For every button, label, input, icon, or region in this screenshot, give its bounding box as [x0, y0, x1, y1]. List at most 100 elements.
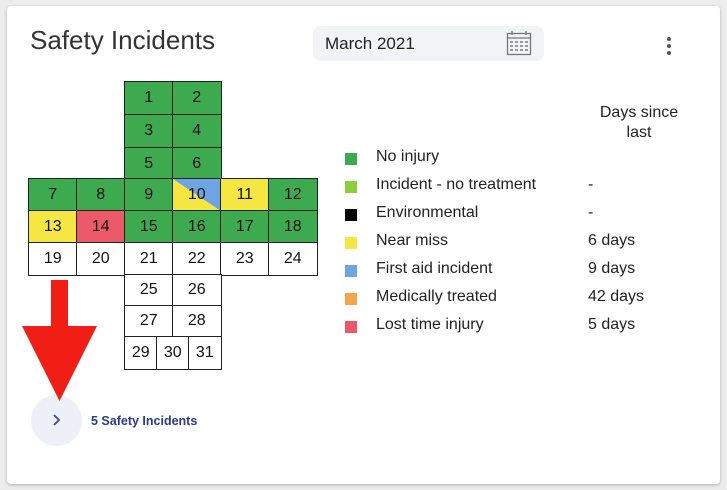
calendar-day-label: 9	[144, 185, 154, 203]
calendar-day-label: 15	[139, 217, 158, 235]
legend-label: First aid incident	[376, 260, 493, 277]
calendar-day-label: 23	[235, 249, 254, 267]
calendar-day-4[interactable]: 4	[172, 114, 222, 149]
card-title: Safety Incidents	[30, 25, 215, 55]
legend-row: No injury	[345, 144, 705, 172]
calendar-day-label: 25	[139, 281, 158, 299]
calendar-day-label: 5	[144, 155, 154, 173]
calendar-day-23[interactable]: 23	[220, 242, 270, 276]
calendar-day-label: 24	[283, 249, 302, 267]
calendar-day-19[interactable]: 19	[28, 242, 78, 276]
calendar-day-label: 1	[144, 89, 154, 107]
calendar-day-label: 4	[192, 122, 202, 140]
calendar-day-12[interactable]: 12	[268, 178, 318, 212]
calendar-day-11[interactable]: 11	[220, 178, 270, 212]
calendar-day-20[interactable]: 20	[76, 242, 126, 276]
calendar-day-15[interactable]: 15	[124, 210, 174, 244]
calendar-day-8[interactable]: 8	[76, 178, 126, 212]
red-down-arrow	[22, 280, 97, 401]
calendar-day-5[interactable]: 5	[124, 147, 174, 182]
legend-row: Near miss 6 days	[345, 228, 705, 256]
expand-incidents-button[interactable]	[31, 395, 82, 446]
calendar-day-label: 22	[187, 249, 206, 267]
calendar-day-14[interactable]: 14	[76, 210, 126, 244]
calendar-day-10[interactable]: 10	[172, 178, 222, 212]
calendar-day-24[interactable]: 24	[268, 242, 318, 276]
legend-swatch	[345, 237, 357, 249]
legend-days-since: 6 days	[588, 232, 636, 249]
calendar-day-label: 10	[187, 185, 206, 203]
legend-label: Near miss	[376, 232, 449, 249]
legend-swatch	[345, 181, 357, 193]
legend-swatch	[345, 209, 357, 221]
legend-swatch	[345, 265, 357, 277]
calendar-day-18[interactable]: 18	[268, 210, 318, 244]
calendar-day-label: 6	[192, 155, 202, 173]
legend-row: Environmental -	[345, 200, 705, 228]
calendar-day-17[interactable]: 17	[220, 210, 270, 244]
calendar-day-label: 14	[91, 217, 110, 235]
calendar-day-label: 21	[139, 249, 158, 267]
incident-legend: No injury Incident - no treatment - Environ…	[345, 144, 705, 340]
chevron-right-icon	[53, 414, 61, 426]
calendar-day-31[interactable]: 31	[188, 336, 222, 370]
calendar-day-label: 2	[192, 89, 202, 107]
legend-label: Incident - no treatment	[376, 176, 537, 193]
calendar-day-21[interactable]: 21	[124, 242, 174, 276]
calendar-day-label: 26	[187, 281, 206, 299]
legend-days-since: 5 days	[588, 316, 636, 333]
calendar-day-26[interactable]: 26	[172, 274, 222, 307]
more-vert-icon[interactable]	[659, 34, 679, 58]
calendar-icon[interactable]	[506, 30, 532, 56]
calendar-day-label: 3	[144, 122, 154, 140]
month-picker-value: March 2021	[325, 34, 415, 53]
calendar-day-9[interactable]: 9	[124, 178, 174, 212]
legend-days-since: -	[588, 176, 594, 193]
legend-swatch	[345, 153, 357, 165]
calendar-day-label: 19	[43, 249, 62, 267]
legend-label: Medically treated	[376, 288, 497, 305]
legend-swatch	[345, 293, 357, 305]
calendar-day-6[interactable]: 6	[172, 147, 222, 182]
calendar-day-label: 29	[131, 343, 150, 361]
legend-days-since: 9 days	[588, 260, 636, 277]
safety-incidents-card: Safety Incidents March 2021 1 2 3 4 5 6 7 8 9 10 1…	[7, 6, 720, 484]
legend-days-since: 42 days	[588, 288, 645, 305]
calendar-day-13[interactable]: 13	[28, 210, 78, 244]
calendar-day-label: 17	[235, 217, 254, 235]
calendar-day-label: 8	[96, 185, 106, 203]
legend-days-since: -	[588, 204, 594, 221]
legend-row: Lost time injury 5 days	[345, 312, 705, 340]
calendar-day-label: 16	[187, 217, 206, 235]
legend-row: Medically treated 42 days	[345, 284, 705, 312]
calendar-day-2[interactable]: 2	[172, 81, 222, 116]
month-picker[interactable]: March 2021	[313, 26, 544, 61]
calendar-day-label: 31	[195, 343, 214, 361]
calendar-day-label: 13	[43, 217, 62, 235]
legend-row: Incident - no treatment -	[345, 172, 705, 200]
calendar-day-label: 30	[163, 343, 182, 361]
calendar-day-label: 7	[48, 185, 58, 203]
calendar-day-16[interactable]: 16	[172, 210, 222, 244]
calendar-day-27[interactable]: 27	[124, 305, 174, 338]
safety-incidents-count-link[interactable]: 5 Safety Incidents	[91, 414, 197, 428]
calendar-day-28[interactable]: 28	[172, 305, 222, 338]
days-since-last-header: Days since last	[599, 104, 679, 141]
legend-label: Environmental	[376, 204, 479, 221]
calendar-day-label: 11	[236, 185, 254, 203]
calendar-day-22[interactable]: 22	[172, 242, 222, 276]
calendar-day-25[interactable]: 25	[124, 274, 174, 307]
legend-swatch	[345, 321, 357, 333]
calendar-day-label: 27	[139, 312, 158, 330]
legend-row: First aid incident 9 days	[345, 256, 705, 284]
legend-label: No injury	[376, 148, 440, 165]
calendar-day-30[interactable]: 30	[156, 336, 190, 370]
calendar-day-1[interactable]: 1	[124, 81, 174, 116]
calendar-day-3[interactable]: 3	[124, 114, 174, 149]
legend-label: Lost time injury	[376, 316, 484, 333]
calendar-day-label: 12	[283, 185, 302, 203]
calendar-day-label: 18	[283, 217, 302, 235]
calendar-day-label: 28	[187, 312, 206, 330]
calendar-day-7[interactable]: 7	[28, 178, 78, 212]
calendar-day-29[interactable]: 29	[124, 336, 158, 370]
